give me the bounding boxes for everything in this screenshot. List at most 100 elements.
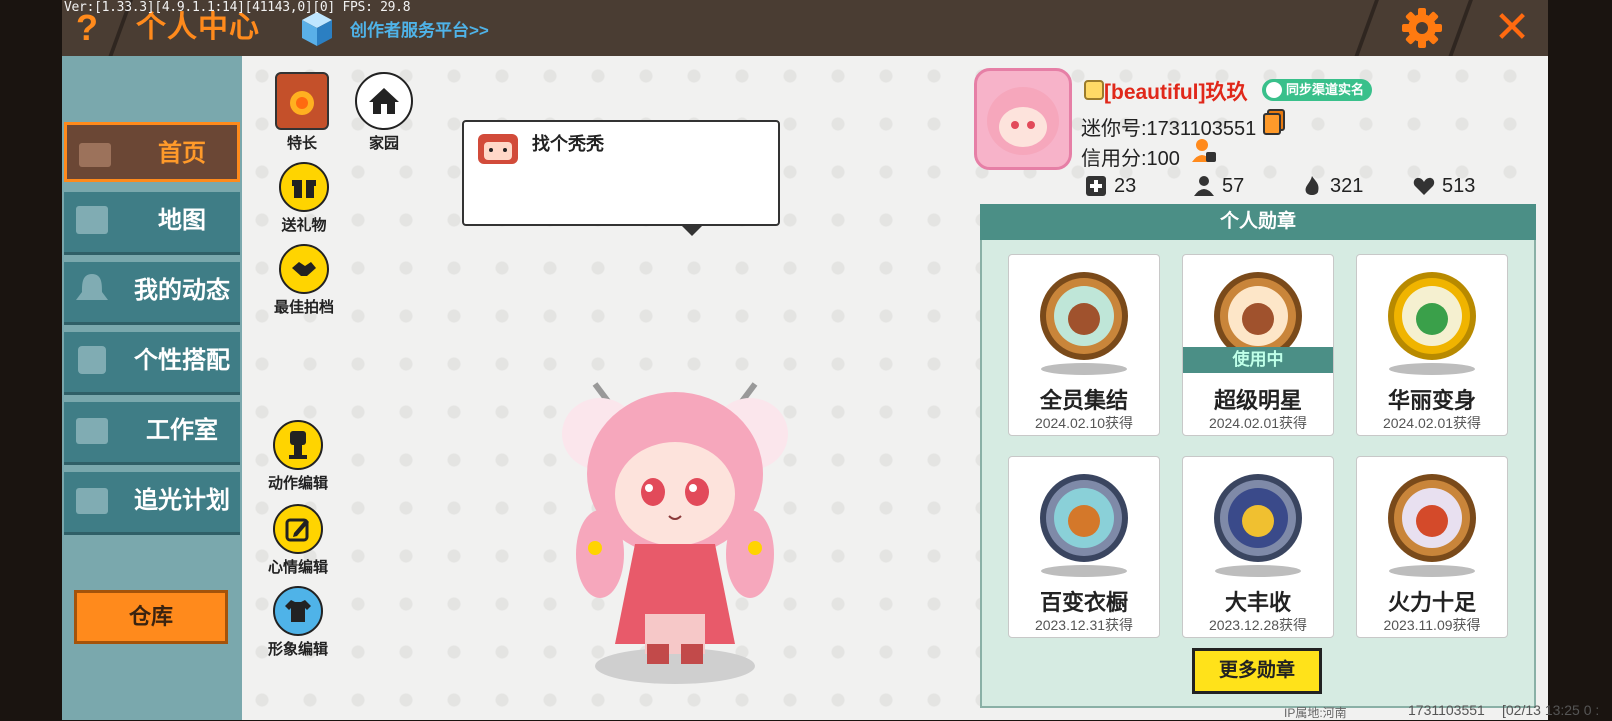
nav-label: 工作室: [146, 417, 218, 444]
nav-label: 首页: [158, 140, 206, 167]
friends-count: 23: [1114, 174, 1137, 197]
medal-icon: [1214, 474, 1302, 562]
gift-label: 送礼物: [281, 217, 327, 234]
badge-date: 2024.02.01获得: [1208, 415, 1308, 431]
edit-icon: [273, 504, 323, 554]
heart-icon: [1413, 177, 1435, 195]
heat-count: 321: [1330, 174, 1364, 197]
medal-icon: [1040, 272, 1128, 360]
fans-count: 57: [1222, 174, 1245, 197]
avatar-face-icon: [476, 130, 520, 166]
close-button[interactable]: ✕: [1488, 4, 1536, 52]
nav-label: 我的动态: [134, 277, 230, 304]
more-badges-button[interactable]: 更多勋章: [1192, 648, 1322, 694]
partner-label: 最佳拍档: [273, 299, 334, 316]
badge-name: 火力十足: [1387, 590, 1476, 615]
character-icon: [78, 346, 106, 374]
badge-card[interactable]: 火力十足 2023.11.09获得: [1356, 456, 1508, 638]
speech-tail: [680, 224, 704, 236]
gear-icon[interactable]: [1398, 4, 1446, 52]
gift-icon: [279, 162, 329, 212]
person-icon: [1266, 82, 1282, 98]
badge-card[interactable]: 使用中 超级明星 2024.02.01获得: [1182, 254, 1334, 436]
medal-icon: [1040, 474, 1128, 562]
stat-fans: 57: [1192, 174, 1244, 198]
vip-icon: [1084, 80, 1104, 100]
nav-item-map[interactable]: 地图: [64, 192, 240, 255]
nav-label: 追光计划: [134, 487, 230, 514]
medal-shadow: [1389, 363, 1475, 375]
footer-uid: 1731103551: [1408, 702, 1485, 718]
in-use-label: 使用中: [1183, 347, 1333, 373]
star-plan-icon: [76, 488, 108, 514]
badge-name: 百变衣橱: [1039, 590, 1128, 615]
stat-heat: 321: [1300, 174, 1363, 198]
badge-header: 个人勋章: [980, 204, 1536, 240]
footer-time: [02/13 13:25 0 :: [1502, 702, 1600, 718]
skill-label: 特长: [286, 135, 317, 152]
home-nav-icon: [79, 143, 111, 167]
flame-icon: [1305, 176, 1319, 195]
debug-overlay: Ver:[1.33.3][4.9.1.1:14][41143,0][0] FPS…: [64, 0, 411, 15]
bell-icon: [76, 274, 108, 300]
handshake-icon: [279, 244, 329, 294]
badge-card[interactable]: 全员集结 2024.02.10获得: [1008, 254, 1160, 436]
nav-label: 个性搭配: [134, 347, 230, 374]
badge-card[interactable]: 华丽变身 2024.02.01获得: [1356, 254, 1508, 436]
mood-edit-button[interactable]: 心情编辑: [258, 504, 338, 577]
badge-card[interactable]: 百变衣橱 2023.12.31获得: [1008, 456, 1160, 638]
badge-date: 2023.12.31获得: [1034, 617, 1134, 633]
best-partner-button[interactable]: 最佳拍档: [264, 244, 344, 317]
outfit-icon: [273, 586, 323, 636]
badge-date: 2023.12.28获得: [1208, 617, 1308, 633]
mood-label: 心情编辑: [267, 559, 328, 576]
nav-item-chase-light[interactable]: 追光计划: [64, 472, 240, 535]
nav-item-studio[interactable]: 工作室: [64, 402, 240, 465]
home-button[interactable]: 家园: [344, 72, 424, 153]
badge-date: 2024.02.10获得: [1034, 415, 1134, 431]
badge-card[interactable]: 大丰收 2023.12.28获得: [1182, 456, 1334, 638]
cube-icon: [300, 10, 334, 48]
fans-icon: [1194, 176, 1214, 196]
copy-icon[interactable]: [1262, 108, 1286, 136]
badge-date: 2024.02.01获得: [1382, 415, 1482, 431]
badge-date: 2023.11.09获得: [1383, 617, 1481, 633]
motion-edit-button[interactable]: 动作编辑: [258, 420, 338, 493]
medal-shadow: [1041, 363, 1127, 375]
ip-location: IP属地:河南: [1284, 706, 1347, 720]
house-icon: [355, 72, 413, 130]
look-label: 形象编辑: [267, 641, 328, 658]
stat-likes: 513: [1412, 174, 1475, 198]
skill-button[interactable]: 特长: [262, 72, 342, 153]
medal-icon: [1388, 272, 1476, 360]
nav-item-feed[interactable]: 我的动态: [64, 262, 240, 325]
stat-friends: 23: [1084, 174, 1136, 198]
credit-score: 信用分:100: [1081, 148, 1180, 170]
medal-shadow: [1389, 565, 1475, 577]
medal-shadow: [1215, 565, 1301, 577]
realname-label: 同步渠道实名: [1286, 82, 1365, 97]
skill-icon: [275, 72, 329, 130]
motion-label: 动作编辑: [267, 475, 328, 492]
player-avatar[interactable]: [555, 344, 795, 690]
home-label: 家园: [368, 135, 399, 152]
add-friend-icon: [1086, 176, 1106, 196]
badge-name: 华丽变身: [1387, 388, 1476, 413]
creator-platform-link[interactable]: 创作者服务平台>>: [350, 16, 489, 41]
profile-avatar[interactable]: [974, 68, 1072, 170]
figure-icon: [273, 420, 323, 470]
medal-icon: [1388, 474, 1476, 562]
realname-badge[interactable]: 同步渠道实名: [1262, 79, 1373, 101]
badge-name: 全员集结: [1039, 388, 1128, 413]
map-icon: [76, 206, 108, 234]
nav-item-home[interactable]: 首页: [64, 122, 240, 182]
studio-icon: [76, 418, 108, 444]
likes-count: 513: [1442, 174, 1476, 197]
warehouse-button[interactable]: 仓库: [74, 590, 228, 644]
nav-item-outfit[interactable]: 个性搭配: [64, 332, 240, 395]
gift-button[interactable]: 送礼物: [264, 162, 344, 235]
nickname: [beautiful]玖玖: [1104, 81, 1248, 104]
credit-user-icon[interactable]: [1190, 136, 1218, 164]
speech-text: 找个秃秃: [532, 134, 604, 154]
look-edit-button[interactable]: 形象编辑: [258, 586, 338, 659]
